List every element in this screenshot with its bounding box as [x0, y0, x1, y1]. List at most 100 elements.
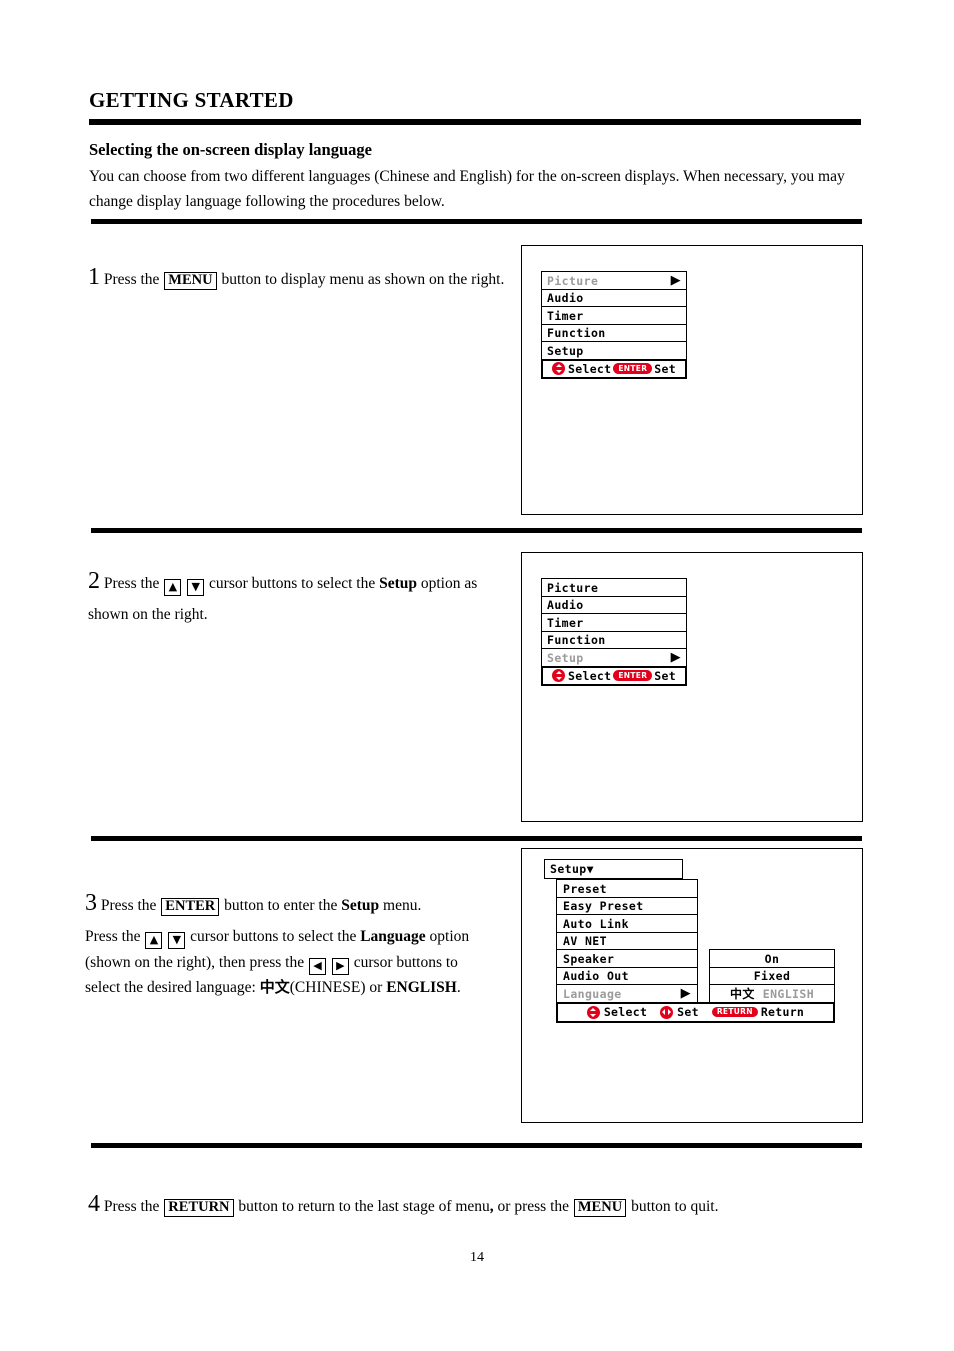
up-down-arrows-icon [552, 669, 566, 682]
enter-badge-icon: ENTER [613, 363, 653, 374]
hint-return-label: Return [760, 1005, 805, 1019]
cursor-left-key-icon: ◀ [309, 957, 326, 975]
osd-row-av-net[interactable]: AV NET [556, 931, 845, 951]
chevron-right-icon: ▶ [670, 650, 681, 665]
intro-block: Selecting the on-screen display language… [89, 140, 867, 214]
osd-row-label: Preset [556, 879, 698, 898]
chapter-title: GETTING STARTED [89, 88, 294, 112]
osd-row-easy-preset[interactable]: Easy Preset [556, 896, 845, 916]
chevron-down-icon: ▼ [586, 862, 594, 876]
osd-item-picture[interactable]: Picture [541, 578, 687, 597]
osd-item-label: Timer [547, 308, 584, 323]
osd-item-audio[interactable]: Audio [541, 288, 687, 308]
step-3-line4-a: select the desired language: [85, 979, 256, 997]
chinese-language-label: 中文 [259, 978, 290, 997]
step-3-line4-b: (CHINESE) or [289, 979, 383, 997]
osd-item-label: Timer [547, 615, 584, 630]
step-3-line2-bold: Language [360, 927, 426, 945]
osd-row-label-text: AV NET [563, 934, 607, 948]
section-divider-3 [91, 836, 862, 841]
hint-set-label: Set [654, 668, 676, 683]
cursor-down-key-icon: ▼ [168, 931, 186, 949]
step-3-number: 3 [85, 890, 97, 916]
up-down-arrows-icon [552, 362, 566, 375]
up-down-arrows-icon [586, 1005, 600, 1019]
step-3-line2-b: cursor buttons to select the [190, 927, 357, 945]
osd-row-language[interactable]: Language ▶ 中文 ENGLISH [556, 984, 845, 1003]
section-divider-1 [91, 219, 862, 224]
step-3-line1-b: button to enter the [224, 897, 338, 914]
osd-item-label: Function [547, 326, 606, 340]
osd-row-speaker[interactable]: Speaker On [556, 949, 845, 968]
osd-hint-bar-1: Select ENTER Set [541, 358, 687, 379]
osd-item-label: Setup [547, 650, 584, 665]
osd-item-audio[interactable]: Audio [541, 595, 687, 615]
step-2-bold-setup: Setup [379, 575, 417, 592]
step-4-text-a: Press the [103, 1198, 160, 1215]
osd-setup-menu: Setup ▼ Preset Easy Preset Auto Link AV … [540, 859, 845, 1023]
osd-row-value[interactable]: Fixed [709, 966, 835, 986]
osd-item-setup[interactable]: Setup ▶ [541, 648, 687, 667]
osd-setup-rows: Preset Easy Preset Auto Link AV NET Spea… [556, 879, 845, 1023]
step-1-text-a: Press the [103, 271, 160, 288]
chevron-right-icon: ▶ [670, 273, 681, 288]
language-option-english[interactable]: ENGLISH [763, 987, 814, 1001]
osd-item-label: Setup [547, 343, 584, 358]
manual-page: GETTING STARTED Selecting the on-screen … [0, 0, 954, 1351]
step-3-line1-c: menu. [383, 897, 422, 914]
osd-row-audio-out[interactable]: Audio Out Fixed [556, 966, 845, 986]
step-4-comma: , [489, 1198, 494, 1215]
osd-item-function[interactable]: Function [541, 323, 687, 343]
osd-item-timer[interactable]: Timer [541, 306, 687, 325]
osd-row-label-text: Preset [563, 881, 607, 896]
return-badge-icon: RETURN [711, 1006, 758, 1018]
step-4-text-c: or press the [497, 1198, 569, 1215]
osd-row-label-text: Speaker [563, 951, 615, 966]
cursor-up-key-icon: ▲ [164, 579, 182, 596]
english-language-label: ENGLISH [386, 979, 457, 997]
section-divider-2 [91, 528, 862, 533]
menu-key: MENU [573, 1199, 627, 1217]
tv-screen-step-2: Picture Audio Timer Function Setup ▶ Sel… [521, 552, 863, 822]
step-3-line4-c: . [456, 979, 461, 997]
osd-item-function[interactable]: Function [541, 630, 687, 650]
page-header: GETTING STARTED [89, 88, 861, 125]
hint-set-label: Set [677, 1005, 699, 1019]
cursor-down-key-icon: ▼ [187, 579, 205, 596]
step-3-line3-a: (shown on the right), then press the [85, 953, 305, 971]
chevron-right-icon: ▶ [680, 986, 691, 1001]
osd-row-label: AV NET [556, 931, 698, 951]
osd-item-picture[interactable]: Picture ▶ [541, 271, 687, 290]
section-heading: Selecting the on-screen display language [89, 140, 372, 159]
osd-row-label-text: Easy Preset [563, 899, 644, 913]
osd-row-label: Audio Out [556, 966, 698, 986]
osd-item-timer[interactable]: Timer [541, 613, 687, 632]
osd-item-setup[interactable]: Setup [541, 341, 687, 360]
step-3-line2-c: option [429, 927, 470, 945]
osd-item-label: Audio [547, 598, 584, 612]
header-rule [89, 119, 861, 125]
step-2-text-b: cursor buttons to select the [209, 575, 376, 592]
step-2-instruction: 2 Press the ▲ ▼ cursor buttons to select… [88, 562, 518, 628]
osd-setup-title-label: Setup [550, 862, 587, 876]
left-right-arrows-icon [660, 1005, 674, 1019]
cursor-right-key-icon: ▶ [331, 957, 349, 975]
osd-row-value-text: Fixed [753, 969, 791, 983]
osd-item-label: Picture [547, 580, 599, 595]
osd-row-label: Easy Preset [556, 896, 698, 916]
osd-row-label-text: Language [563, 986, 622, 1001]
osd-row-value[interactable]: On [709, 949, 835, 968]
language-option-chinese[interactable]: 中文 [730, 985, 755, 1002]
hint-select-label: Select [603, 1005, 648, 1019]
page-number: 14 [470, 1250, 484, 1265]
step-3-line3-b: cursor buttons to [353, 953, 458, 971]
step-2-number: 2 [88, 568, 100, 594]
osd-row-preset[interactable]: Preset [556, 879, 845, 898]
osd-language-value[interactable]: 中文 ENGLISH [709, 984, 835, 1003]
step-1-number: 1 [88, 264, 100, 290]
hint-select-label: Select [568, 668, 612, 683]
osd-setup-title-row[interactable]: Setup ▼ [544, 859, 683, 879]
osd-hint-bar-3: Select Set RETURN Return [556, 1001, 835, 1023]
tv-screen-step-1: Picture ▶ Audio Timer Function Setup Sel… [521, 245, 863, 515]
osd-row-auto-link[interactable]: Auto Link [556, 914, 845, 933]
